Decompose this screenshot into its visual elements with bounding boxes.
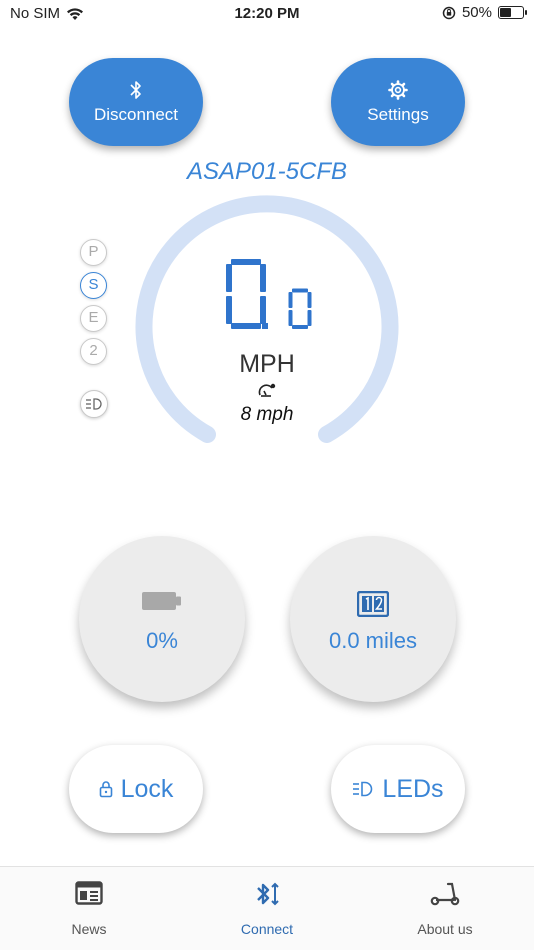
- speed-limit-text: 8 mph: [240, 404, 294, 425]
- speed-limit-icon: [258, 383, 276, 397]
- scooter-icon: [430, 882, 460, 906]
- status-bar: No SIM 12:20 PM 50%: [0, 0, 534, 28]
- battery-percent: 50%: [461, 4, 492, 21]
- tab-news[interactable]: News: [0, 867, 178, 950]
- news-icon: [75, 881, 103, 905]
- speed-unit: MPH: [239, 350, 295, 378]
- bluetooth-connect-icon: [257, 882, 279, 906]
- orientation-lock-icon: [442, 6, 456, 19]
- led-headlight-icon: [353, 781, 373, 797]
- lock-icon: [99, 781, 112, 798]
- tab-news-label: News: [71, 921, 107, 937]
- lock-label: Lock: [120, 774, 174, 803]
- tab-bar: News Connect About us: [0, 866, 534, 950]
- tab-connect-label: Connect: [240, 921, 294, 937]
- device-name: ASAP01-5CFB: [186, 158, 348, 185]
- mode-p-button[interactable]: P: [80, 239, 107, 266]
- odometer-icon: [357, 591, 389, 617]
- bluetooth-icon: [130, 81, 141, 99]
- mode-s-button[interactable]: S: [80, 272, 107, 299]
- disconnect-button[interactable]: Disconnect: [69, 58, 203, 146]
- tab-about-us-label: About us: [417, 921, 473, 937]
- settings-button[interactable]: Settings: [331, 58, 465, 146]
- battery-level-icon: [142, 592, 181, 610]
- battery-icon: [498, 6, 527, 19]
- lock-button[interactable]: Lock: [69, 745, 203, 833]
- tab-about-us[interactable]: About us: [356, 867, 534, 950]
- tab-connect[interactable]: Connect: [178, 867, 356, 950]
- leds-button[interactable]: LEDs: [331, 745, 465, 833]
- settings-label: Settings: [367, 105, 429, 124]
- gear-icon: [388, 80, 408, 100]
- speed-decimal-display: [262, 288, 312, 329]
- distance-stat: 0.0 miles: [290, 536, 456, 702]
- distance-value: 0.0 miles: [328, 628, 418, 653]
- disconnect-label: Disconnect: [93, 105, 179, 124]
- battery-value: 0%: [146, 628, 178, 653]
- leds-label: LEDs: [382, 774, 444, 803]
- battery-group: 50%: [442, 4, 527, 21]
- mode-e-button[interactable]: E: [80, 305, 107, 332]
- battery-stat: 0%: [79, 536, 245, 702]
